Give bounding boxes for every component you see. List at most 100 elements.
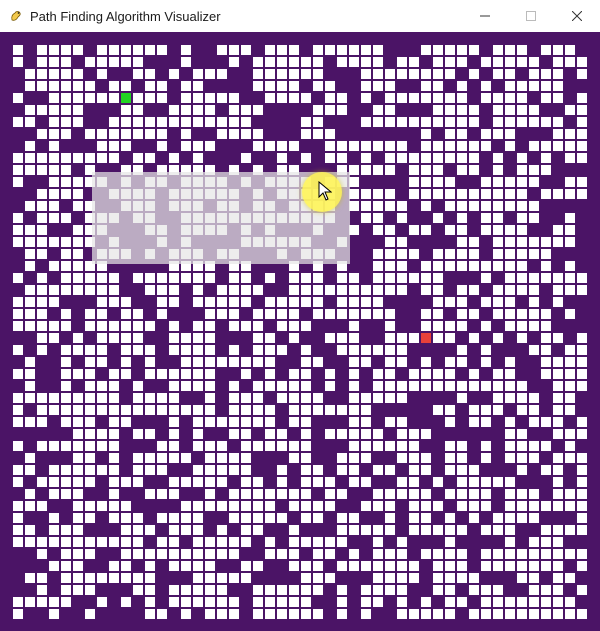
grid-cell-open[interactable] [109,405,119,415]
grid-cell-open[interactable] [73,549,83,559]
grid-cell-open[interactable] [349,513,359,523]
grid-cell-barrier[interactable] [13,621,23,631]
grid-cell-open[interactable] [193,273,203,283]
grid-cell-open[interactable] [361,453,371,463]
grid-cell-open[interactable] [529,573,539,583]
grid-cell-barrier[interactable] [73,213,83,223]
grid-cell-open[interactable] [385,345,395,355]
grid-cell-barrier[interactable] [169,225,179,235]
grid-cell-open[interactable] [493,129,503,139]
grid-cell-open[interactable] [313,585,323,595]
grid-cell-open[interactable] [253,513,263,523]
grid-cell-open[interactable] [301,297,311,307]
grid-cell-open[interactable] [553,369,563,379]
grid-cell-barrier[interactable] [577,321,587,331]
grid-cell-open[interactable] [433,309,443,319]
grid-cell-barrier[interactable] [193,621,203,631]
grid-cell-open[interactable] [481,597,491,607]
grid-cell-open[interactable] [193,117,203,127]
grid-cell-barrier[interactable] [529,621,539,631]
grid-cell-barrier[interactable] [397,369,407,379]
grid-cell-open[interactable] [181,213,191,223]
grid-cell-open[interactable] [433,45,443,55]
grid-cell-barrier[interactable] [37,561,47,571]
grid-cell-open[interactable] [433,177,443,187]
grid-cell-open[interactable] [541,345,551,355]
grid-cell-open[interactable] [421,369,431,379]
path-grid[interactable] [0,32,600,631]
grid-cell-open[interactable] [337,609,347,619]
grid-cell-open[interactable] [541,549,551,559]
grid-cell-open[interactable] [289,453,299,463]
grid-cell-barrier[interactable] [577,261,587,271]
grid-cell-barrier[interactable] [1,477,11,487]
grid-cell-open[interactable] [181,237,191,247]
grid-cell-barrier[interactable] [589,405,599,415]
grid-cell-barrier[interactable] [517,537,527,547]
grid-cell-open[interactable] [361,345,371,355]
grid-cell-open[interactable] [469,465,479,475]
grid-cell-open[interactable] [529,141,539,151]
grid-cell-open[interactable] [205,225,215,235]
grid-cell-barrier[interactable] [25,561,35,571]
grid-cell-barrier[interactable] [229,525,239,535]
grid-cell-barrier[interactable] [241,621,251,631]
grid-cell-barrier[interactable] [565,321,575,331]
grid-cell-open[interactable] [289,273,299,283]
grid-cell-open[interactable] [13,213,23,223]
grid-cell-open[interactable] [421,381,431,391]
grid-cell-open[interactable] [373,45,383,55]
grid-cell-open[interactable] [421,549,431,559]
grid-cell-barrier[interactable] [577,573,587,583]
grid-cell-barrier[interactable] [133,501,143,511]
grid-cell-open[interactable] [397,477,407,487]
grid-cell-barrier[interactable] [553,33,563,43]
grid-cell-open[interactable] [409,189,419,199]
grid-cell-open[interactable] [133,105,143,115]
grid-cell-open[interactable] [277,45,287,55]
grid-cell-open[interactable] [253,381,263,391]
grid-cell-open[interactable] [205,561,215,571]
grid-cell-barrier[interactable] [37,261,47,271]
grid-cell-open[interactable] [301,273,311,283]
grid-cell-barrier[interactable] [121,441,131,451]
grid-cell-barrier[interactable] [433,453,443,463]
grid-cell-open[interactable] [145,117,155,127]
grid-cell-barrier[interactable] [25,621,35,631]
grid-cell-open[interactable] [157,237,167,247]
grid-cell-open[interactable] [217,501,227,511]
grid-cell-open[interactable] [409,453,419,463]
grid-cell-barrier[interactable] [133,597,143,607]
grid-cell-barrier[interactable] [517,417,527,427]
grid-cell-barrier[interactable] [169,213,179,223]
grid-cell-open[interactable] [433,501,443,511]
grid-cell-barrier[interactable] [397,513,407,523]
grid-cell-open[interactable] [445,141,455,151]
grid-cell-open[interactable] [325,573,335,583]
grid-cell-open[interactable] [529,69,539,79]
grid-cell-barrier[interactable] [301,333,311,343]
grid-cell-barrier[interactable] [85,141,95,151]
grid-cell-open[interactable] [85,81,95,91]
grid-cell-barrier[interactable] [13,429,23,439]
grid-cell-barrier[interactable] [157,585,167,595]
grid-cell-open[interactable] [157,93,167,103]
grid-cell-open[interactable] [397,417,407,427]
grid-cell-barrier[interactable] [481,333,491,343]
grid-cell-barrier[interactable] [13,489,23,499]
grid-cell-open[interactable] [445,225,455,235]
grid-cell-open[interactable] [313,357,323,367]
grid-cell-barrier[interactable] [265,189,275,199]
grid-cell-open[interactable] [289,81,299,91]
grid-cell-open[interactable] [577,273,587,283]
grid-cell-open[interactable] [217,573,227,583]
grid-cell-barrier[interactable] [589,393,599,403]
grid-cell-barrier[interactable] [397,33,407,43]
grid-cell-open[interactable] [529,237,539,247]
grid-cell-open[interactable] [217,417,227,427]
grid-cell-open[interactable] [241,405,251,415]
grid-cell-barrier[interactable] [337,321,347,331]
grid-cell-open[interactable] [373,345,383,355]
grid-cell-barrier[interactable] [169,141,179,151]
grid-cell-open[interactable] [361,69,371,79]
